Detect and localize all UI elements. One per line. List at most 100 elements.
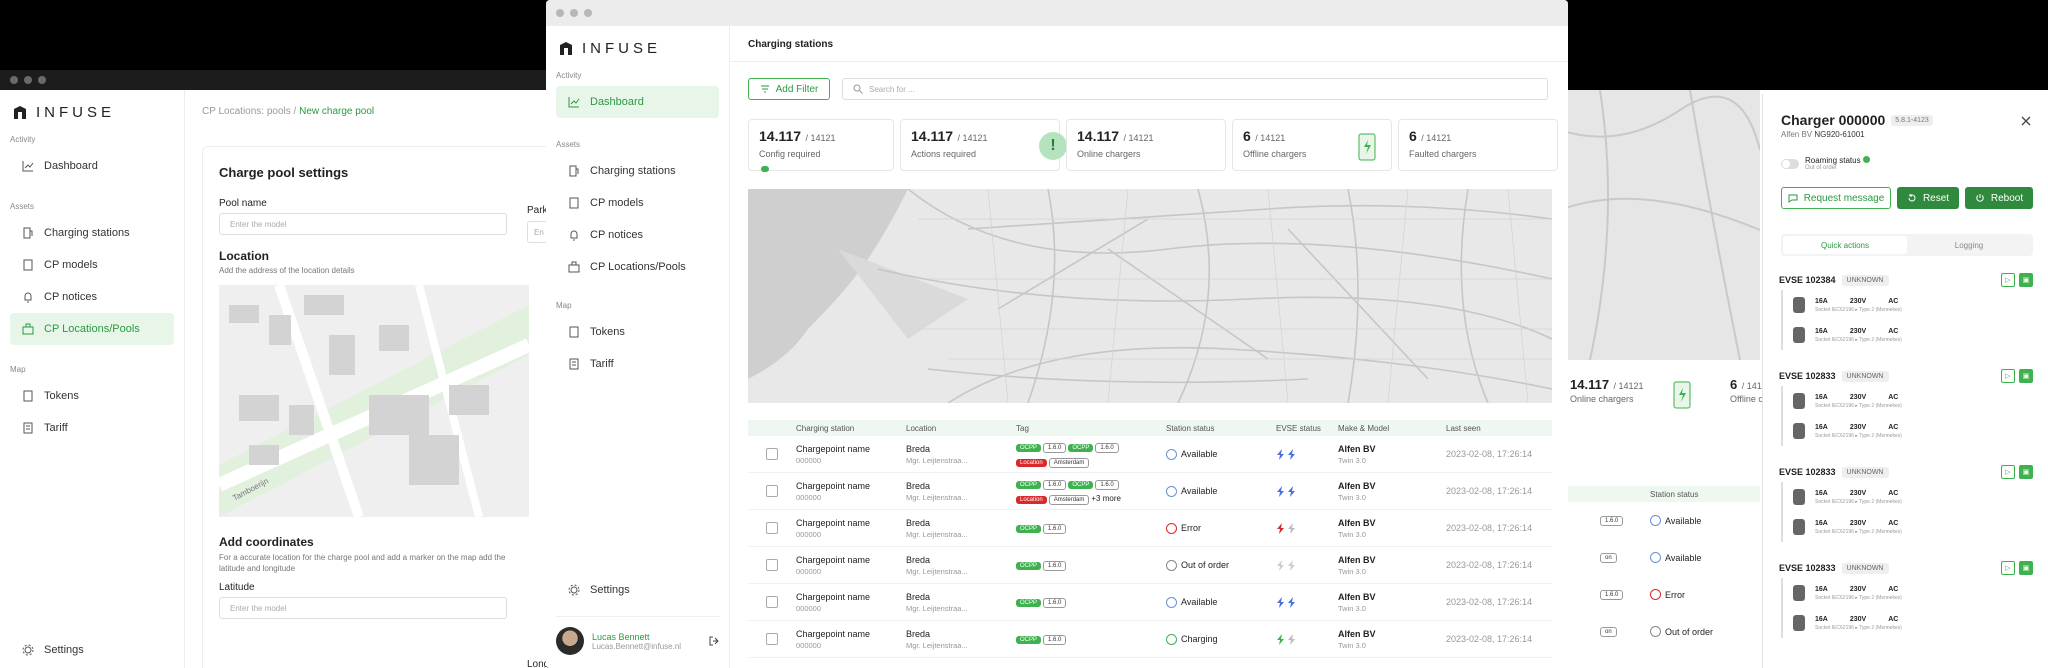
- user-profile[interactable]: Lucas Bennett Lucas.Bennett@infuse.nl: [556, 616, 720, 655]
- row-checkbox[interactable]: [766, 448, 778, 460]
- column-header[interactable]: Station status: [1166, 424, 1276, 433]
- status-row[interactable]: 1.6.0 Error: [1560, 576, 1760, 613]
- sidebar-item-tariff[interactable]: Tariff: [10, 412, 174, 444]
- coordinates-title: Add coordinates: [219, 535, 314, 549]
- station-name[interactable]: Chargepoint name: [796, 518, 906, 528]
- tab-logging[interactable]: Logging: [1907, 236, 2031, 254]
- roaming-toggle[interactable]: [1781, 158, 1799, 169]
- reboot-button[interactable]: Reboot: [1965, 187, 2033, 209]
- connector-amp: 16A: [1815, 423, 1828, 431]
- column-header[interactable]: EVSE status: [1276, 424, 1338, 433]
- play-button[interactable]: ▷: [2001, 561, 2015, 575]
- charger-icon: [1673, 381, 1691, 409]
- sidebar-settings[interactable]: Settings: [10, 634, 175, 666]
- sidebar-item-cp-locations[interactable]: CP Locations/Pools: [556, 251, 719, 283]
- row-checkbox[interactable]: [766, 633, 778, 645]
- sidebar-item-tariff[interactable]: Tariff: [556, 348, 719, 380]
- close-icon[interactable]: [2021, 116, 2031, 126]
- stat-card[interactable]: 6 / 14121 Offline chargers: [1232, 119, 1392, 171]
- sidebar-settings[interactable]: Settings: [556, 574, 720, 606]
- column-header[interactable]: Make & Model: [1338, 424, 1446, 433]
- play-button[interactable]: ▷: [2001, 273, 2015, 287]
- overview-map[interactable]: [748, 189, 1552, 403]
- user-name: Lucas Bennett: [592, 631, 650, 642]
- connector-row[interactable]: 16A 230V AC Socket IEC62196 ▸ Type 2 (Menne…: [1781, 512, 2033, 542]
- sidebar-item-dashboard[interactable]: Dashboard: [10, 150, 174, 182]
- column-header[interactable]: Charging station: [796, 424, 906, 433]
- panel-tabs: Quick actions Logging: [1781, 234, 2033, 256]
- more-tags-link[interactable]: +3 more: [1091, 494, 1121, 503]
- sidebar-item-cp-notices[interactable]: CP notices: [10, 281, 174, 313]
- stat-card[interactable]: 14.117 / 14121 Config required: [748, 119, 894, 172]
- connector-row[interactable]: 16A 230V AC Socket IEC62196 ▸ Type 2 (Menne…: [1781, 482, 2033, 512]
- gear-icon: [22, 644, 34, 656]
- tag-protocol: OCPP: [1016, 480, 1042, 489]
- play-button[interactable]: ▷: [2001, 465, 2015, 479]
- sidebar-item-cp-models[interactable]: CP models: [556, 187, 719, 219]
- row-checkbox[interactable]: [766, 522, 778, 534]
- connector-row[interactable]: 16A 230V AC Socket IEC62196 ▸ Type 2 (Menne…: [1781, 290, 2033, 320]
- stat-card[interactable]: 6 / 14121 Faulted chargers: [1398, 119, 1558, 171]
- station-name[interactable]: Chargepoint name: [796, 592, 906, 602]
- table-header: Charging station Location Tag Station statu…: [748, 420, 1552, 436]
- row-checkbox[interactable]: [766, 559, 778, 571]
- sidebar-item-tokens[interactable]: Tokens: [10, 380, 174, 412]
- stat-card[interactable]: 14.117 / 14121 Online chargers: [1066, 119, 1226, 171]
- connector-type: AC: [1888, 519, 1899, 527]
- breadcrumb: CP Locations: pools / New charge pool: [202, 106, 375, 117]
- row-checkbox[interactable]: [766, 596, 778, 608]
- table-row[interactable]: Chargepoint name 000000 Breda Mgr. Leijtens…: [748, 436, 1552, 473]
- lock-button[interactable]: ▣: [2019, 465, 2033, 479]
- connector-row[interactable]: 16A 230V AC Socket IEC62196 ▸ Type 2 (Menne…: [1781, 386, 2033, 416]
- column-header[interactable]: Location: [906, 424, 1016, 433]
- column-header[interactable]: Tag: [1016, 424, 1166, 433]
- table-row[interactable]: Chargepoint name 000000 Breda Mgr. Leijtens…: [748, 510, 1552, 547]
- lock-button[interactable]: ▣: [2019, 561, 2033, 575]
- pool-name-input[interactable]: Enter the model: [219, 213, 507, 235]
- charger-title: Charger 000000: [1781, 112, 1886, 128]
- lock-button[interactable]: ▣: [2019, 273, 2033, 287]
- table-row[interactable]: Chargepoint name 000000 Breda Mgr. Leijtens…: [748, 584, 1552, 621]
- connector-row[interactable]: 16A 230V AC Socket IEC62196 ▸ Type 2 (Menne…: [1781, 320, 2033, 350]
- search-input[interactable]: Search for ...: [842, 78, 1548, 100]
- table-row[interactable]: Chargepoint name 000000 Breda Mgr. Leijtens…: [748, 473, 1552, 510]
- sidebar-item-dashboard[interactable]: Dashboard: [556, 86, 719, 118]
- connector-row[interactable]: 16A 230V AC Socket IEC62196 ▸ Type 2 (Menne…: [1781, 578, 2033, 608]
- column-header[interactable]: Last seen: [1446, 424, 1552, 433]
- lock-button[interactable]: ▣: [2019, 369, 2033, 383]
- sidebar-item-cp-locations[interactable]: CP Locations/Pools: [10, 313, 174, 345]
- stat-online-fragment: 14.117 / 14121 Online chargers: [1570, 377, 1644, 404]
- status-row[interactable]: on Out of order: [1560, 613, 1760, 650]
- station-name[interactable]: Chargepoint name: [796, 481, 906, 491]
- location-map[interactable]: Tamboerijn: [219, 285, 529, 517]
- station-name[interactable]: Chargepoint name: [796, 555, 906, 565]
- station-name[interactable]: Chargepoint name: [796, 629, 906, 639]
- stat-card[interactable]: 14.117 / 14121 Actions required!: [900, 119, 1067, 171]
- sidebar-item-charging-stations[interactable]: Charging stations: [10, 217, 174, 249]
- connector-type: AC: [1888, 423, 1899, 431]
- sidebar-item-cp-models[interactable]: CP models: [10, 249, 174, 281]
- roaming-status[interactable]: Roaming status Out of order: [1781, 156, 1870, 171]
- sidebar-item-charging-stations[interactable]: Charging stations: [556, 155, 719, 187]
- sidebar-item-tokens[interactable]: Tokens: [556, 316, 719, 348]
- sidebar-item-cp-notices[interactable]: CP notices: [556, 219, 719, 251]
- reset-button[interactable]: Reset: [1897, 187, 1959, 209]
- table-row[interactable]: Chargepoint name 000000 Breda Mgr. Leijtens…: [748, 547, 1552, 584]
- request-message-button[interactable]: Request message: [1781, 187, 1891, 209]
- table-row[interactable]: Chargepoint name 000000 Breda Mgr. Leijtens…: [748, 621, 1552, 658]
- connector-row[interactable]: 16A 230V AC Socket IEC62196 ▸ Type 2 (Menne…: [1781, 416, 2033, 446]
- row-checkbox[interactable]: [766, 485, 778, 497]
- logout-icon[interactable]: [708, 635, 720, 647]
- plug-icon: [1793, 585, 1805, 601]
- status-row[interactable]: on Available: [1560, 539, 1760, 576]
- station-id: 000000: [796, 566, 822, 576]
- latitude-input[interactable]: Enter the model: [219, 597, 507, 619]
- add-filter-button[interactable]: Add Filter: [748, 78, 830, 100]
- main-window: INFUSE Activity Dashboard Assets Chargin…: [546, 0, 1568, 668]
- station-name[interactable]: Chargepoint name: [796, 444, 906, 454]
- status-icon: [1166, 596, 1177, 608]
- tab-quick-actions[interactable]: Quick actions: [1783, 236, 1907, 254]
- play-button[interactable]: ▷: [2001, 369, 2015, 383]
- connector-row[interactable]: 16A 230V AC Socket IEC62196 ▸ Type 2 (Menne…: [1781, 608, 2033, 638]
- status-row[interactable]: 1.6.0 Available: [1560, 502, 1760, 539]
